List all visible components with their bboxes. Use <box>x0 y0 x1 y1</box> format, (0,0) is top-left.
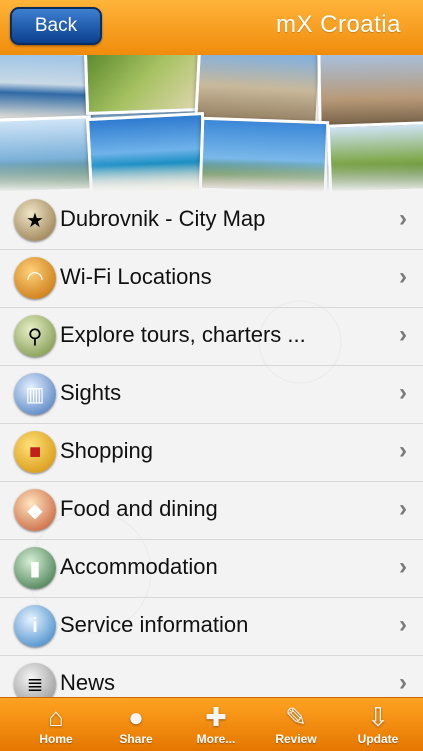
chevron-right-icon: › <box>399 669 407 696</box>
banner-fade <box>0 164 423 192</box>
chevron-right-icon: › <box>399 495 407 522</box>
chevron-right-icon: › <box>399 263 407 290</box>
photo-collage-banner <box>0 55 423 192</box>
menu-item-label: Wi-Fi Locations <box>60 264 212 289</box>
colosseum-icon: ▥ <box>14 373 56 415</box>
navigation-bar: Back mX Croatia <box>0 0 423 56</box>
map-icon: ★ <box>14 199 56 241</box>
menu-item-label: Food and dining <box>60 496 218 521</box>
info-icon: i <box>14 605 56 647</box>
magnifier-icon: ⚲ <box>14 315 56 357</box>
menu-list: ★ Dubrovnik - City Map › ◠ Wi-Fi Locatio… <box>0 192 423 697</box>
menu-item-accommodation[interactable]: ▮ Accommodation › <box>0 540 423 598</box>
tab-review-label: Review <box>275 732 317 746</box>
food-icon: ◆ <box>14 489 56 531</box>
menu-item-service-info[interactable]: i Service information › <box>0 598 423 656</box>
tab-more[interactable]: ✚ More... <box>174 698 258 751</box>
review-icon: ✎ <box>285 702 307 732</box>
menu-item-label: Sights <box>60 380 122 405</box>
tab-update-label: Update <box>357 732 399 746</box>
back-button[interactable]: Back <box>10 7 102 45</box>
chevron-right-icon: › <box>399 205 407 232</box>
app-title: mX Croatia <box>275 11 401 38</box>
menu-item-wifi[interactable]: ◠ Wi-Fi Locations › <box>0 250 423 308</box>
chevron-right-icon: › <box>399 321 407 348</box>
menu-item-news[interactable]: ≣ News › <box>0 656 423 697</box>
tab-home[interactable]: ⌂ Home <box>14 698 98 751</box>
menu-item-label: Explore tours, charters ... <box>60 322 306 347</box>
menu-item-label: Dubrovnik - City Map <box>60 206 266 231</box>
menu-item-explore[interactable]: ⚲ Explore tours, charters ... › <box>0 308 423 366</box>
menu-item-label: Service information <box>60 612 249 637</box>
chevron-right-icon: › <box>399 379 407 406</box>
menu-item-sights[interactable]: ▥ Sights › <box>0 366 423 424</box>
newspaper-icon: ≣ <box>14 663 56 697</box>
plus-icon: ✚ <box>205 702 227 732</box>
menu-item-food[interactable]: ◆ Food and dining › <box>0 482 423 540</box>
menu-item-city-map[interactable]: ★ Dubrovnik - City Map › <box>0 192 423 250</box>
tab-share-label: Share <box>119 732 153 746</box>
menu-item-label: News <box>60 670 116 695</box>
tab-update[interactable]: ⇩ Update <box>336 698 420 751</box>
chevron-right-icon: › <box>399 553 407 580</box>
menu-item-shopping[interactable]: ■ Shopping › <box>0 424 423 482</box>
download-arrow-icon: ⇩ <box>367 702 389 732</box>
chevron-right-icon: › <box>399 437 407 464</box>
tab-more-label: More... <box>196 732 236 746</box>
chevron-right-icon: › <box>399 611 407 638</box>
photo-coast-city <box>0 55 94 125</box>
home-icon: ⌂ <box>48 702 64 732</box>
photo-trees <box>83 55 205 116</box>
tab-home-label: Home <box>39 732 73 746</box>
tab-bar: ⌂ Home ● Share ✚ More... ✎ Review ⇩ Upda… <box>0 697 423 751</box>
wifi-icon: ◠ <box>14 257 56 299</box>
shopping-bag-icon: ■ <box>14 431 56 473</box>
menu-item-label: Accommodation <box>60 554 218 579</box>
tab-review[interactable]: ✎ Review <box>254 698 338 751</box>
photo-old-town <box>317 55 423 132</box>
person-icon: ● <box>128 702 144 732</box>
tab-share[interactable]: ● Share <box>94 698 178 751</box>
menu-item-label: Shopping <box>60 438 153 463</box>
hotel-icon: ▮ <box>14 547 56 589</box>
